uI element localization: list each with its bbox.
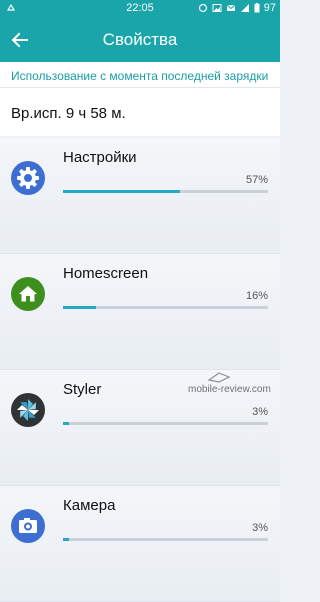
app-percent: 3%: [252, 522, 268, 534]
usage-bar-fill: [63, 306, 96, 309]
camera-icon: [11, 509, 45, 543]
app-name: Камера: [63, 497, 116, 514]
home-icon: [11, 277, 45, 311]
app-name: Homescreen: [63, 265, 149, 282]
watermark: mobile-review.com: [188, 384, 271, 395]
signal-icon: [240, 4, 249, 12]
battery-icon: [254, 3, 260, 13]
page-title: Свойства: [102, 30, 178, 49]
usage-bar: [63, 422, 268, 425]
app-percent: 3%: [252, 406, 268, 418]
status-icons: 97: [198, 2, 276, 14]
usage-bar: [63, 190, 268, 193]
app-name: Настройки: [63, 149, 137, 166]
app-row-settings[interactable]: Настройки 57%: [0, 138, 280, 254]
status-bar: 22:05 97: [0, 0, 280, 18]
app-row-camera[interactable]: Камера 3%: [0, 486, 280, 602]
section-heading: Использование с момента последней зарядк…: [0, 62, 280, 88]
usage-bar: [63, 538, 268, 541]
battery-level: 97: [263, 2, 276, 14]
usage-time: Вр.исп. 9 ч 58 м.: [0, 88, 280, 136]
usage-bar: [63, 306, 268, 309]
alarm-icon: [198, 3, 207, 13]
pinwheel-icon: [11, 393, 45, 427]
usage-bar-fill: [63, 422, 70, 425]
app-usage-list: Настройки 57% Homescreen 16% Styler 3% К…: [0, 138, 280, 602]
app-row-homescreen[interactable]: Homescreen 16%: [0, 254, 280, 370]
usage-bar-fill: [63, 538, 70, 541]
watermark-logo-icon: [207, 372, 231, 383]
app-header: Свойства: [0, 18, 280, 62]
settings-icon: [11, 161, 45, 195]
image-icon: [212, 4, 222, 12]
app-percent: 16%: [245, 290, 268, 302]
usage-bar-fill: [63, 190, 180, 193]
app-name: Styler: [63, 381, 102, 398]
mail-icon: [226, 4, 236, 11]
app-percent: 57%: [245, 174, 268, 186]
